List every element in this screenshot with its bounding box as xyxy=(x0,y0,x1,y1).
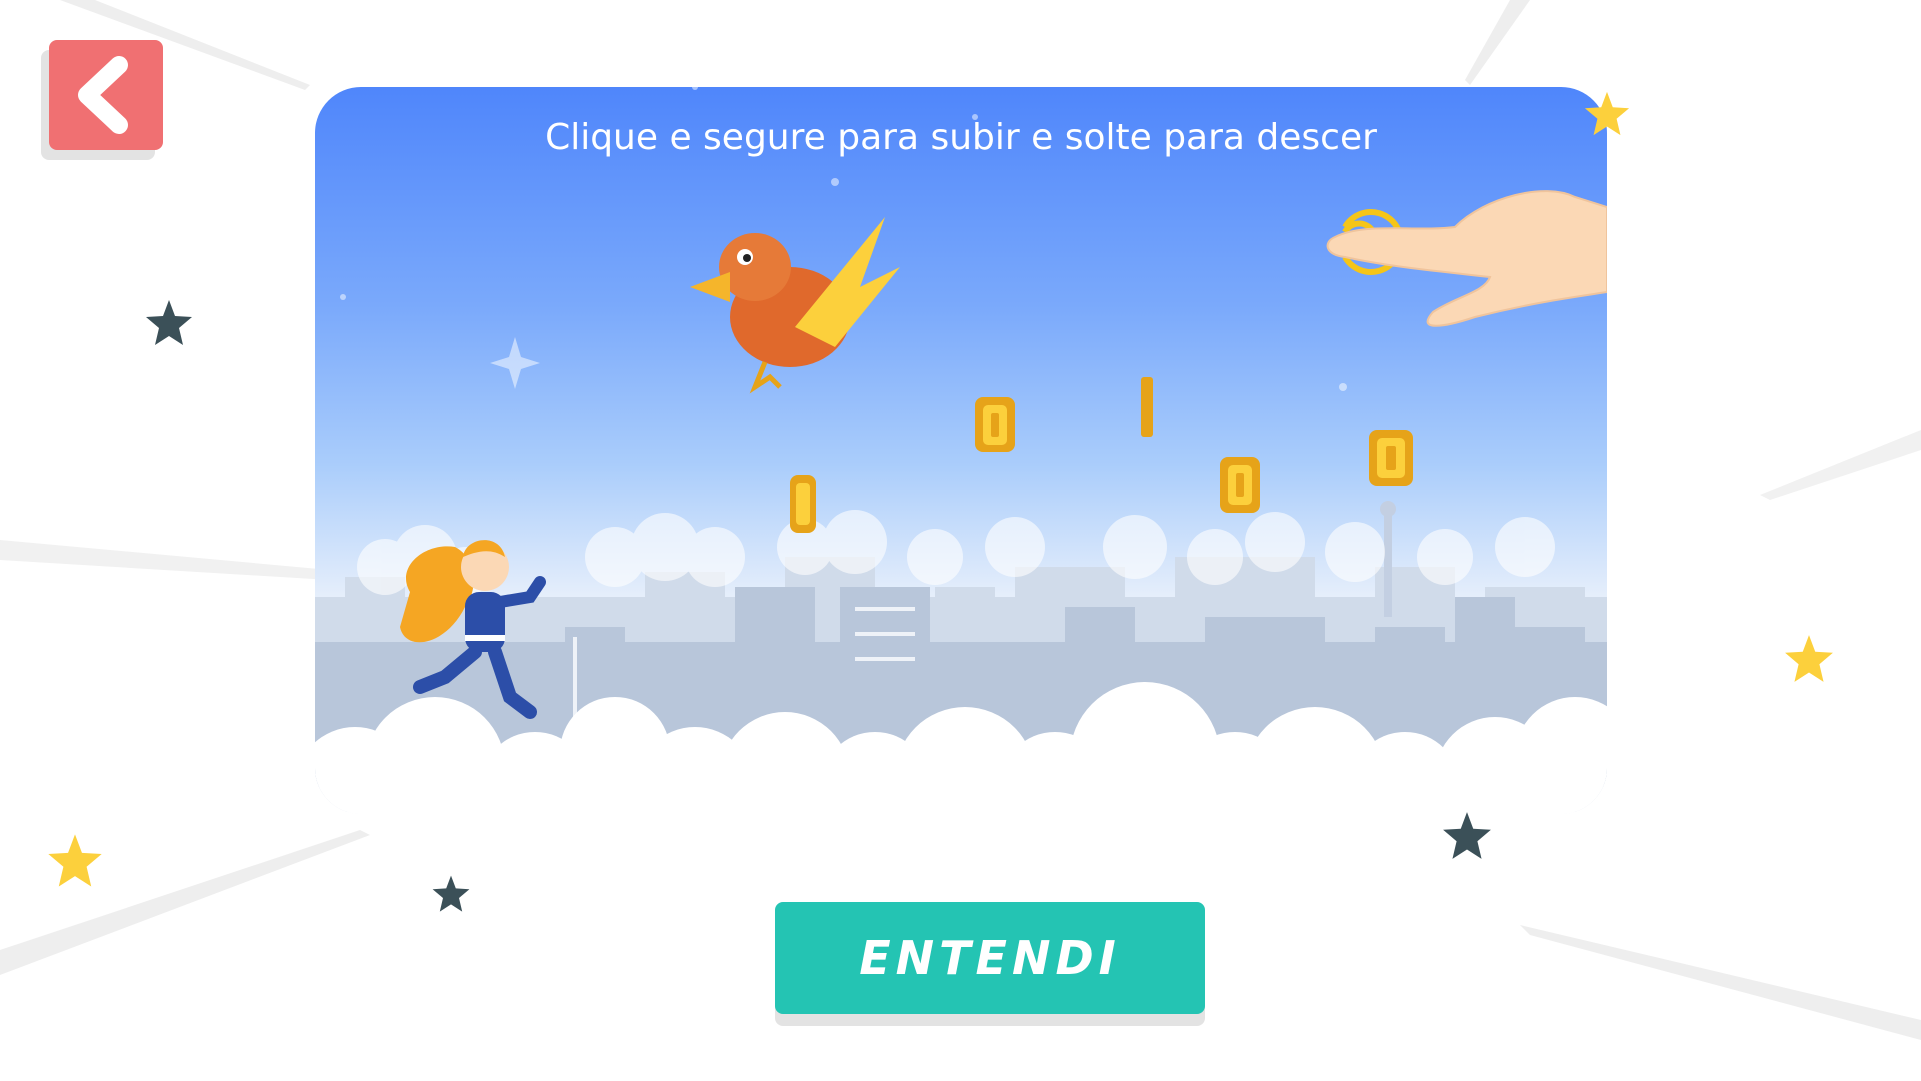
tutorial-panel: Clique e segure para subir e solte para … xyxy=(315,87,1607,814)
back-button[interactable] xyxy=(49,40,163,150)
star-icon xyxy=(1785,635,1833,682)
coin-icon xyxy=(1369,430,1413,486)
star-icon xyxy=(432,875,470,912)
star-icon xyxy=(146,300,192,345)
bird-character xyxy=(690,217,900,394)
star-icon xyxy=(48,834,102,887)
coin-icon xyxy=(1141,377,1153,437)
chevron-left-icon xyxy=(78,56,128,134)
confirm-button-label: ENTENDI xyxy=(859,931,1121,985)
star-icon xyxy=(1584,91,1630,136)
coin-icon xyxy=(790,475,816,533)
instruction-text: Clique e segure para subir e solte para … xyxy=(545,117,1377,158)
coin-icon xyxy=(1220,457,1260,513)
confirm-button[interactable]: ENTENDI xyxy=(775,902,1205,1014)
game-scene-illustration xyxy=(315,87,1607,814)
star-icon xyxy=(1443,812,1491,859)
coin-icon xyxy=(975,397,1015,452)
